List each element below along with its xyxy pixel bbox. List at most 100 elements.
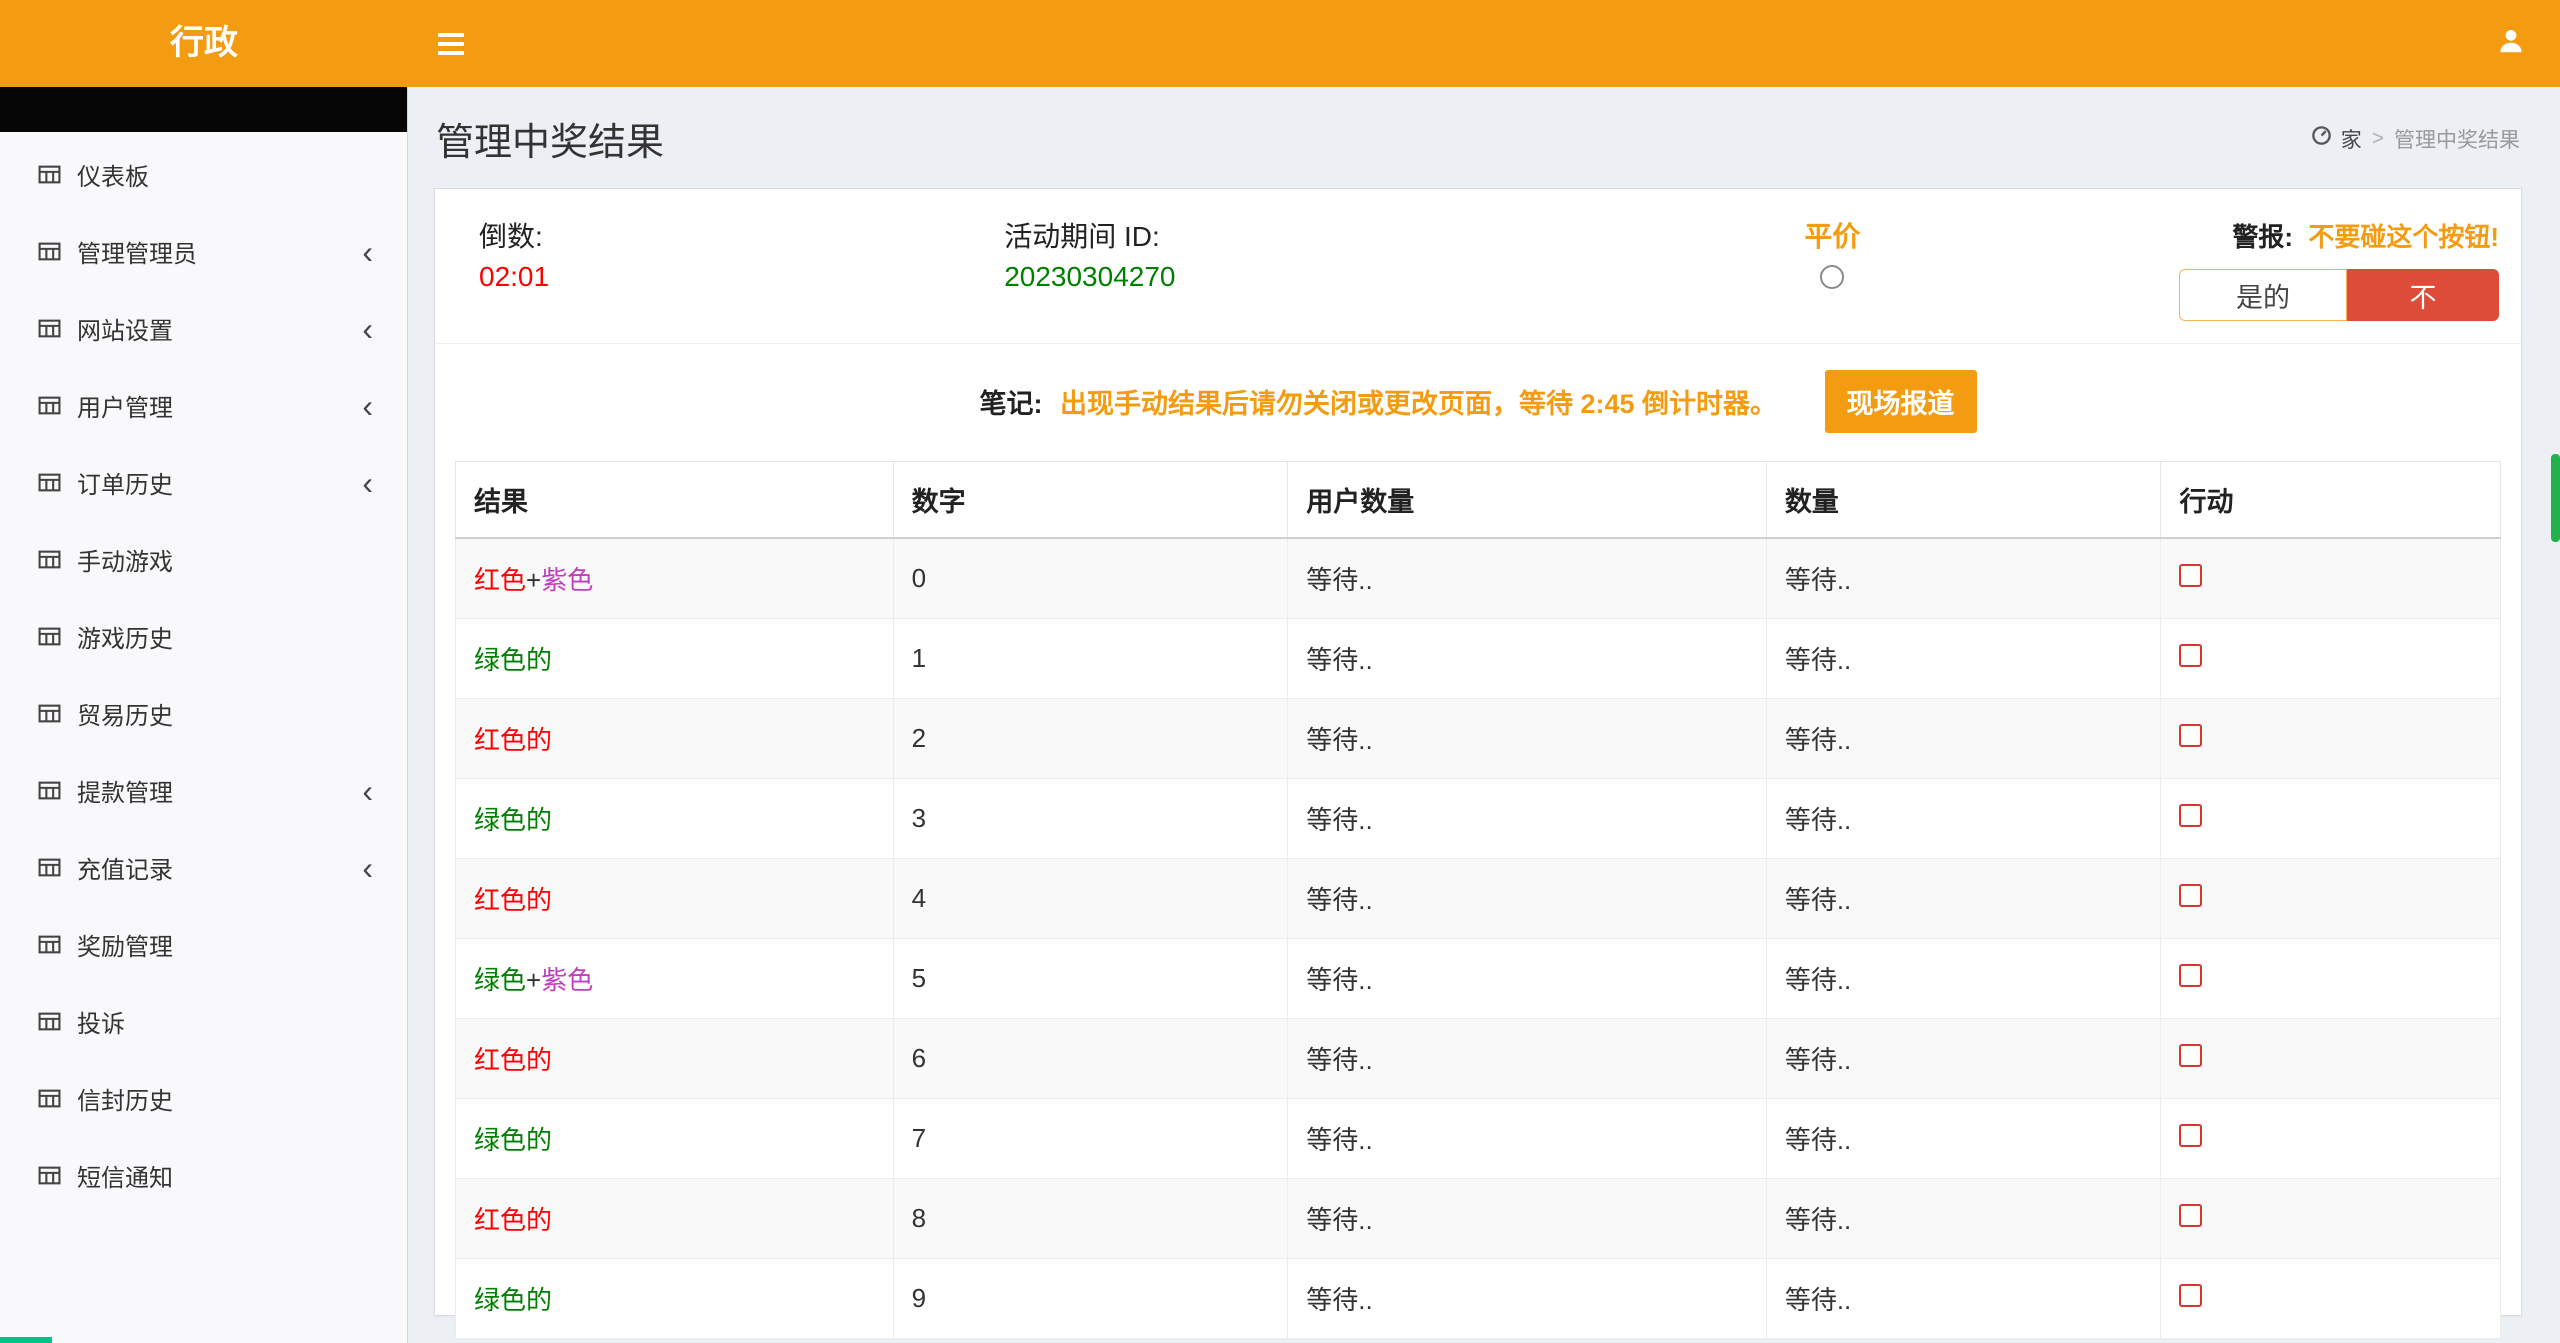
sidebar-item-label: 信封历史	[77, 1081, 373, 1116]
result-segment: 红色	[474, 565, 526, 595]
sidebar-item[interactable]: 管理管理员‹	[0, 213, 407, 290]
result-checkbox[interactable]	[2179, 1204, 2202, 1227]
result-segment: 紫色	[541, 965, 593, 995]
countdown-block: 倒数: 02:01	[479, 217, 1004, 297]
table-row: 绿色的7等待..等待..	[456, 1099, 2501, 1179]
result-checkbox[interactable]	[2179, 1284, 2202, 1307]
action-cell	[2161, 619, 2501, 699]
sidebar-item-label: 管理管理员	[77, 234, 362, 269]
sidebar-item[interactable]: 提款管理‹	[0, 752, 407, 829]
amount-cell: 等待..	[1766, 939, 2161, 1019]
result-checkbox[interactable]	[2179, 564, 2202, 587]
users-cell: 等待..	[1288, 699, 1767, 779]
column-header: 用户数量	[1288, 462, 1767, 539]
parity-radio[interactable]	[1820, 265, 1844, 289]
countdown-label: 倒数:	[479, 217, 1004, 257]
table-icon	[38, 473, 61, 492]
sidebar-toggle-button[interactable]	[438, 28, 464, 60]
users-cell: 等待..	[1288, 1019, 1767, 1099]
alert-message: 不要碰这个按钮!	[2308, 222, 2499, 252]
action-cell	[2161, 939, 2501, 1019]
table-row: 红色的8等待..等待..	[456, 1179, 2501, 1259]
result-checkbox[interactable]	[2179, 884, 2202, 907]
table-row: 绿色+紫色5等待..等待..	[456, 939, 2501, 1019]
result-checkbox[interactable]	[2179, 804, 2202, 827]
parity-block: 平价	[1630, 217, 2034, 300]
result-cell: 绿色+紫色	[456, 939, 894, 1019]
no-button[interactable]: 不	[2347, 269, 2499, 321]
sidebar-item[interactable]: 贸易历史	[0, 675, 407, 752]
sidebar-item[interactable]: 信封历史	[0, 1060, 407, 1137]
result-checkbox[interactable]	[2179, 1044, 2202, 1067]
results-table-wrap: 结果数字用户数量数量行动 红色+紫色0等待..等待..绿色的1等待..等待..红…	[435, 461, 2521, 1339]
result-cell: 红色的	[456, 1179, 894, 1259]
action-cell	[2161, 538, 2501, 619]
note-row: 笔记: 出现手动结果后请勿关闭或更改页面，等待 2:45 倒计时器。 现场报道	[435, 344, 2521, 461]
chevron-left-icon: ‹	[362, 236, 373, 268]
sidebar-item[interactable]: 奖励管理	[0, 906, 407, 983]
sidebar-item[interactable]: 手动游戏	[0, 521, 407, 598]
amount-cell: 等待..	[1766, 859, 2161, 939]
users-cell: 等待..	[1288, 939, 1767, 1019]
amount-cell: 等待..	[1766, 1019, 2161, 1099]
amount-cell: 等待..	[1766, 1099, 2161, 1179]
parity-label: 平价	[1630, 217, 2034, 257]
user-menu-button[interactable]	[2496, 26, 2526, 61]
result-cell: 红色的	[456, 699, 894, 779]
table-icon	[38, 935, 61, 954]
user-icon	[2496, 26, 2526, 61]
sidebar-item[interactable]: 用户管理‹	[0, 367, 407, 444]
table-body: 红色+紫色0等待..等待..绿色的1等待..等待..红色的2等待..等待..绿色…	[456, 538, 2501, 1339]
number-cell: 3	[893, 779, 1288, 859]
column-header: 数量	[1766, 462, 2161, 539]
column-header: 结果	[456, 462, 894, 539]
action-cell	[2161, 699, 2501, 779]
yes-button[interactable]: 是的	[2179, 269, 2347, 321]
chevron-left-icon: ‹	[362, 467, 373, 499]
sidebar-item[interactable]: 订单历史‹	[0, 444, 407, 521]
result-checkbox[interactable]	[2179, 964, 2202, 987]
column-header: 数字	[893, 462, 1288, 539]
result-checkbox[interactable]	[2179, 644, 2202, 667]
users-cell: 等待..	[1288, 859, 1767, 939]
sidebar-item[interactable]: 游戏历史	[0, 598, 407, 675]
result-cell: 绿色的	[456, 1259, 894, 1339]
live-report-button[interactable]: 现场报道	[1825, 370, 1977, 433]
sidebar-item[interactable]: 充值记录‹	[0, 829, 407, 906]
sidebar-item[interactable]: 投诉	[0, 983, 407, 1060]
result-cell: 红色的	[456, 859, 894, 939]
result-segment: 红色的	[474, 1045, 552, 1075]
results-table: 结果数字用户数量数量行动 红色+紫色0等待..等待..绿色的1等待..等待..红…	[455, 461, 2501, 1339]
sidebar-top-strip	[0, 87, 407, 132]
sidebar-item-label: 提款管理	[77, 773, 362, 808]
table-row: 绿色的1等待..等待..	[456, 619, 2501, 699]
result-cell: 红色+紫色	[456, 538, 894, 619]
sidebar-item-label: 网站设置	[77, 311, 362, 346]
table-icon	[38, 242, 61, 261]
table-header-row: 结果数字用户数量数量行动	[456, 462, 2501, 539]
sidebar-item-label: 订单历史	[77, 465, 362, 500]
table-icon	[38, 1166, 61, 1185]
period-label: 活动期间 ID:	[1004, 217, 1630, 257]
sidebar-item[interactable]: 短信通知	[0, 1137, 407, 1214]
result-segment: 绿色的	[474, 805, 552, 835]
breadcrumb-home-link[interactable]: 家	[2341, 124, 2362, 154]
chevron-left-icon: ‹	[362, 775, 373, 807]
table-icon	[38, 550, 61, 569]
sidebar-item[interactable]: 仪表板	[0, 136, 407, 213]
result-cell: 绿色的	[456, 779, 894, 859]
breadcrumb-separator: >	[2372, 127, 2384, 151]
result-checkbox[interactable]	[2179, 724, 2202, 747]
scrollbar-thumb-horizontal[interactable]	[0, 1337, 52, 1343]
table-footer: 显示 10 个条目中的 1 到 10 个 以前的 1 下一个	[435, 1339, 2521, 1343]
action-cell	[2161, 1179, 2501, 1259]
alert-label: 警报:	[2232, 222, 2293, 252]
result-segment: 绿色	[474, 965, 526, 995]
sidebar-item-label: 短信通知	[77, 1158, 373, 1193]
result-checkbox[interactable]	[2179, 1124, 2202, 1147]
countdown-value: 02:01	[479, 257, 1004, 297]
scrollbar-thumb-vertical[interactable]	[2551, 454, 2560, 542]
sidebar-item[interactable]: 网站设置‹	[0, 290, 407, 367]
table-icon	[38, 319, 61, 338]
top-navbar: 行政	[0, 0, 2560, 87]
